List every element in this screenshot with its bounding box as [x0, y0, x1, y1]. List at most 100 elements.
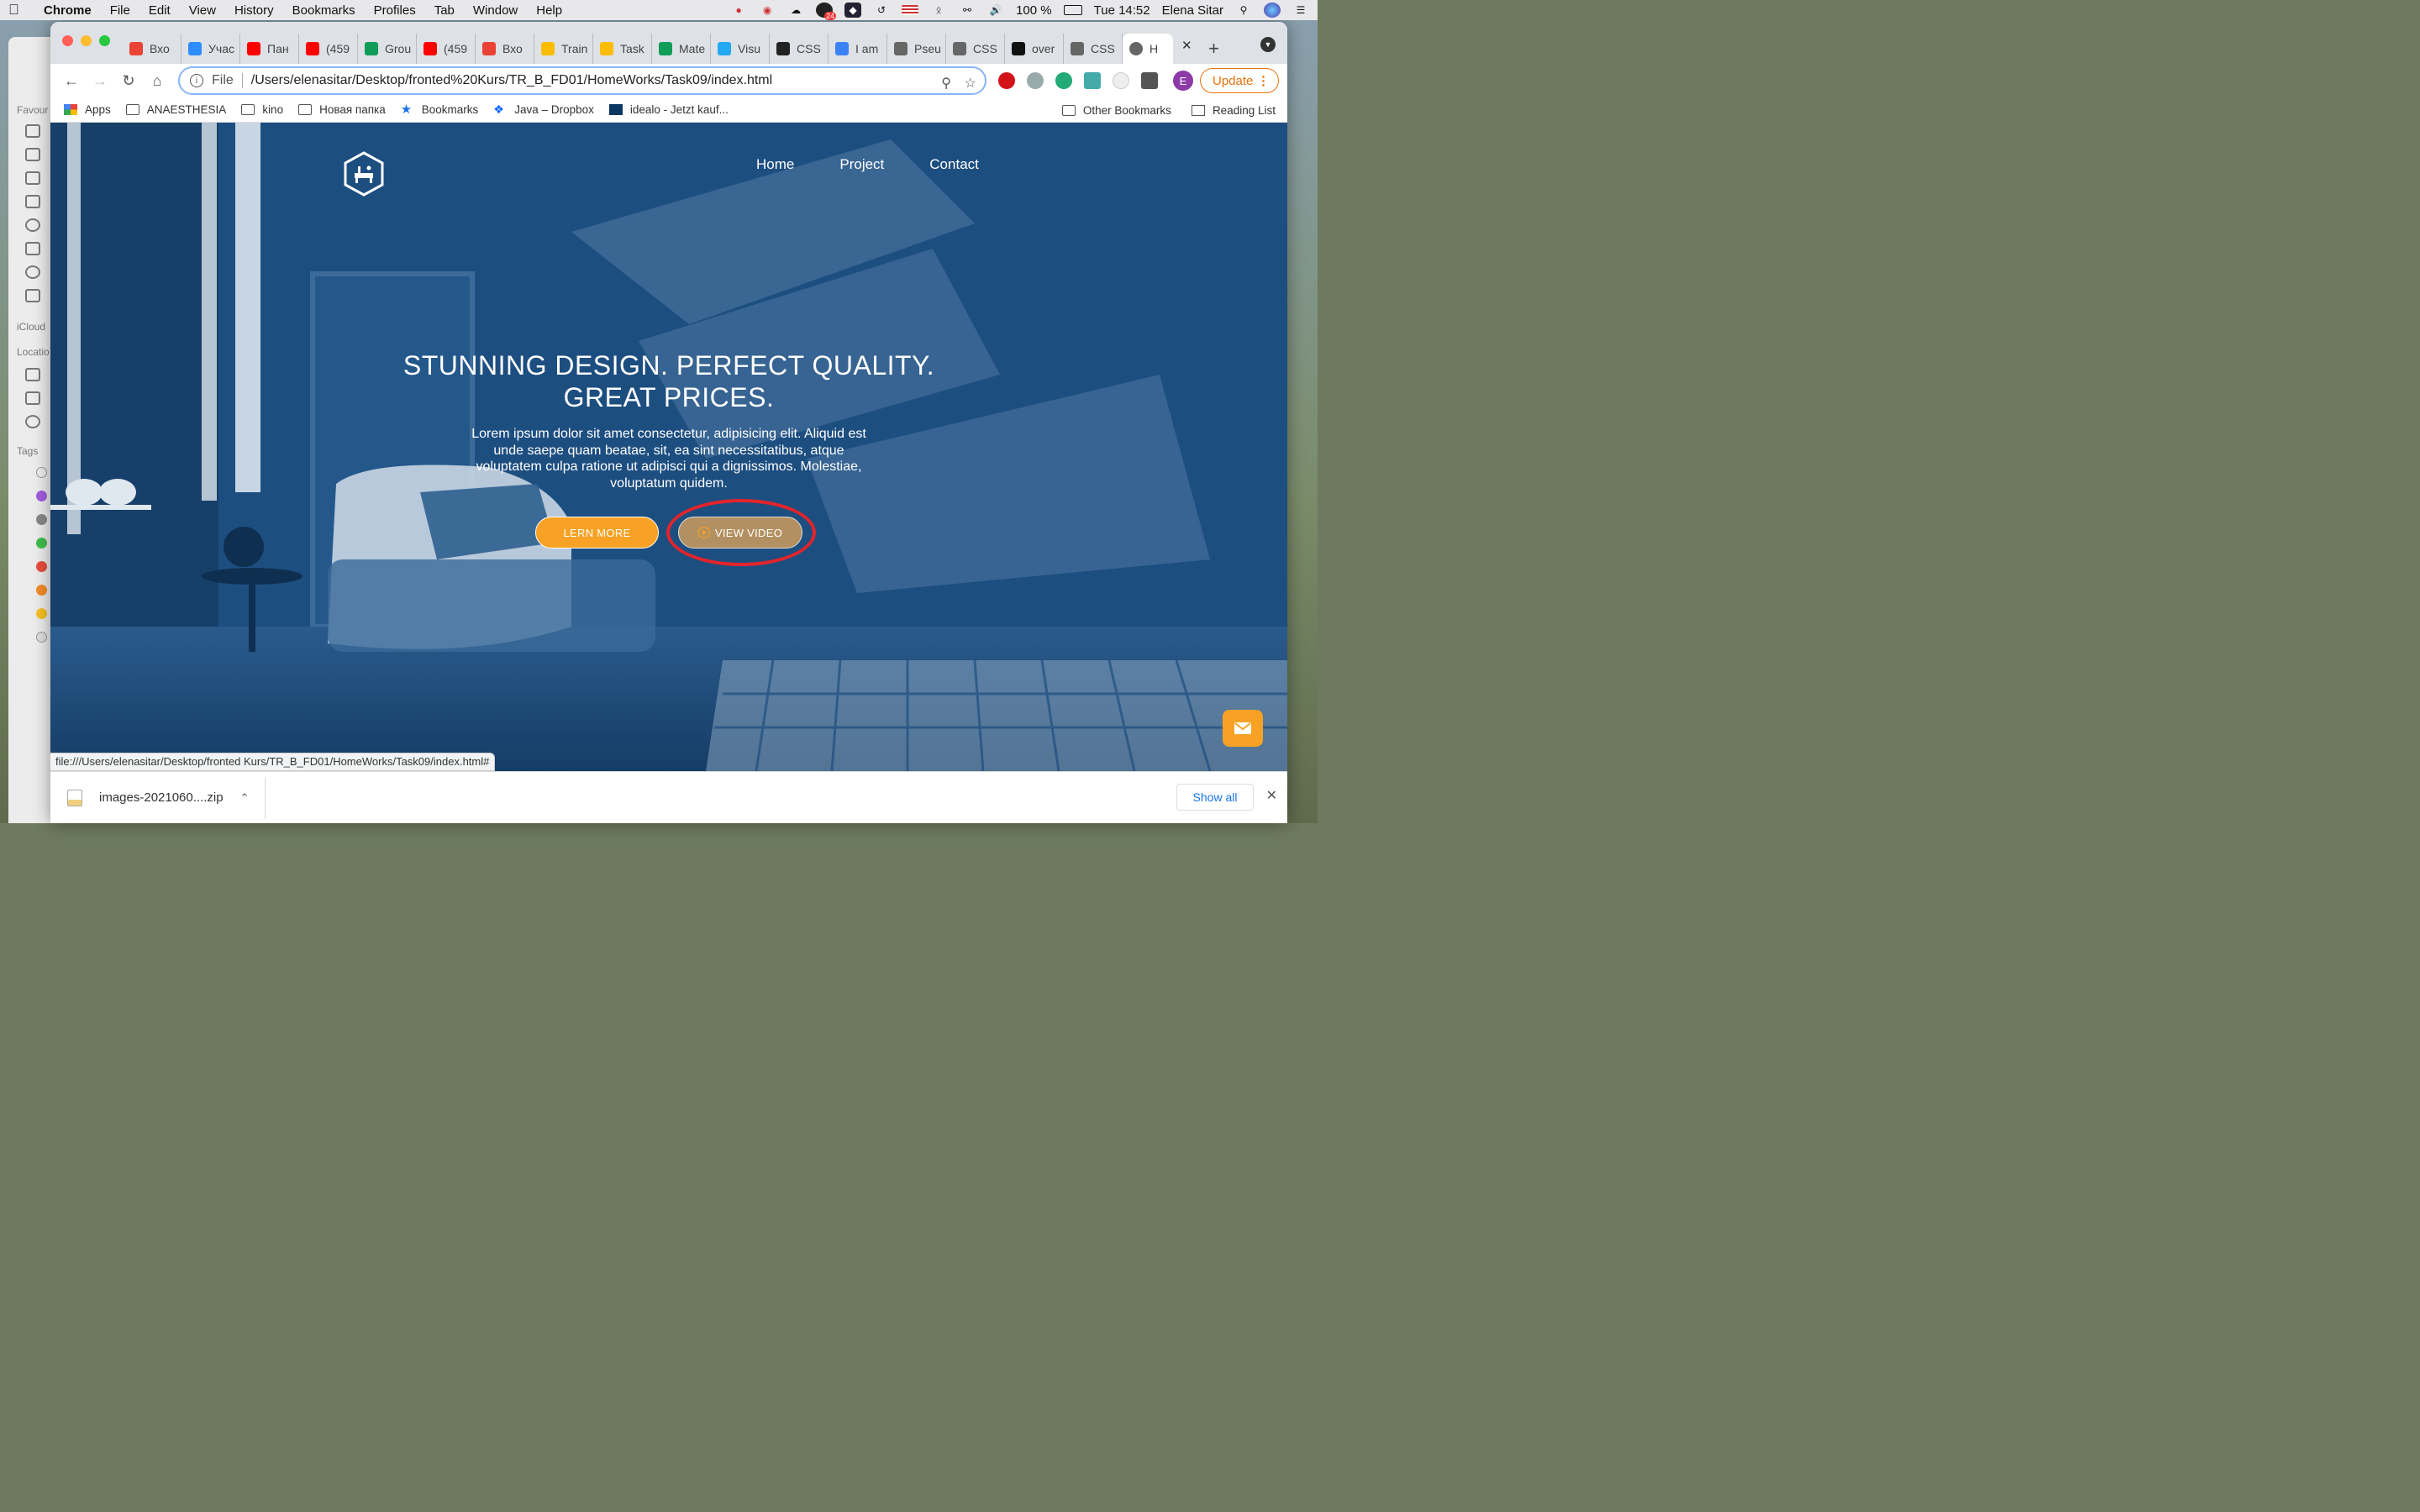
browser-tab[interactable]: I am: [829, 34, 887, 64]
back-button[interactable]: ←: [59, 68, 84, 93]
forward-button[interactable]: →: [87, 68, 113, 93]
finder-sidebar-airdrop-icon[interactable]: [25, 218, 40, 232]
tag-dot-all[interactable]: [36, 632, 47, 643]
browser-tab[interactable]: Mate: [652, 34, 711, 64]
browser-tab[interactable]: Pseu: [887, 34, 946, 64]
browser-tab[interactable]: Вхо: [476, 34, 534, 64]
learn-more-button[interactable]: LERN MORE: [535, 517, 659, 549]
new-tab-button[interactable]: +: [1199, 34, 1229, 64]
update-button[interactable]: Update ⋮: [1200, 68, 1279, 93]
zoom-window-button[interactable]: [99, 35, 110, 46]
close-window-button[interactable]: [62, 35, 73, 46]
clock[interactable]: Tue 14:52: [1094, 3, 1150, 18]
menu-profiles[interactable]: Profiles: [374, 3, 416, 18]
close-downloads-icon[interactable]: ✕: [1266, 787, 1277, 804]
finder-sidebar-folder-icon[interactable]: [25, 289, 40, 302]
time-machine-icon[interactable]: ↺: [873, 3, 890, 18]
chevron-up-icon[interactable]: ⌃: [240, 791, 250, 805]
finder-sidebar-disk-icon[interactable]: [25, 391, 40, 405]
browser-tab[interactable]: Пан: [240, 34, 299, 64]
eyedropper-extension-icon[interactable]: [1084, 72, 1101, 89]
bookmark-star-icon[interactable]: ☆: [965, 75, 976, 92]
address-bar[interactable]: i File /Users/elenasitar/Desktop/fronted…: [178, 66, 986, 95]
user-name[interactable]: Elena Sitar: [1162, 3, 1223, 18]
notification-badge-icon[interactable]: 24: [816, 3, 837, 20]
finder-sidebar-downloads-icon[interactable]: [25, 265, 40, 279]
browser-tab[interactable]: CSS: [1064, 34, 1123, 64]
show-all-downloads-button[interactable]: Show all: [1176, 784, 1254, 811]
menu-tab[interactable]: Tab: [434, 3, 455, 18]
menu-bookmarks[interactable]: Bookmarks: [292, 3, 355, 18]
mail-button[interactable]: [1223, 710, 1263, 747]
wifi-icon[interactable]: ⚯: [959, 3, 976, 18]
nav-project-link[interactable]: Project: [839, 156, 884, 173]
tag-dot-orange[interactable]: [36, 585, 47, 596]
reading-list[interactable]: Reading List: [1191, 104, 1276, 117]
finder-sidebar-network-icon[interactable]: [25, 415, 40, 428]
battery-icon[interactable]: [1063, 5, 1082, 15]
minimize-window-button[interactable]: [81, 35, 92, 46]
extension-icon[interactable]: [1113, 72, 1129, 89]
volume-icon[interactable]: 🔊: [987, 3, 1004, 18]
browser-tab[interactable]: Train: [534, 34, 593, 64]
menu-history[interactable]: History: [234, 3, 274, 18]
nav-home-link[interactable]: Home: [756, 156, 794, 173]
reload-button[interactable]: ↻: [116, 68, 141, 93]
menu-help[interactable]: Help: [536, 3, 562, 18]
tag-dot-green[interactable]: [36, 538, 47, 549]
extension-icon[interactable]: [1027, 72, 1044, 89]
tag-dot-white[interactable]: [36, 467, 47, 478]
profile-avatar[interactable]: E: [1173, 71, 1193, 91]
tag-dot-gray[interactable]: [36, 514, 47, 525]
adblock-extension-icon[interactable]: [998, 72, 1015, 89]
globe-extension-icon[interactable]: [1055, 72, 1072, 89]
finder-sidebar-applications-icon[interactable]: [25, 242, 40, 255]
close-tab-icon[interactable]: ✕: [1181, 38, 1192, 53]
menu-view[interactable]: View: [189, 3, 216, 18]
cloud-icon[interactable]: ☁: [787, 3, 804, 18]
extensions-puzzle-icon[interactable]: [1141, 72, 1158, 89]
battery-percent[interactable]: 100 %: [1016, 3, 1052, 18]
finder-sidebar-folder-icon[interactable]: [25, 124, 40, 138]
menu-app-name[interactable]: Chrome: [44, 3, 92, 18]
tab-search-icon[interactable]: ▼: [1260, 37, 1276, 52]
browser-tab[interactable]: (459: [417, 34, 476, 64]
menu-file[interactable]: File: [110, 3, 130, 18]
shield-icon[interactable]: ◆: [844, 3, 862, 18]
browser-tab[interactable]: CSS: [946, 34, 1005, 64]
download-filename[interactable]: images-2021060....zip: [99, 790, 224, 805]
spotlight-search-icon[interactable]: ⚲: [1235, 3, 1252, 18]
finder-sidebar-desktop-icon[interactable]: [25, 171, 40, 185]
siri-icon[interactable]: [1264, 3, 1281, 18]
bookmark-idealo[interactable]: idealo - Jetzt kauf...: [608, 103, 729, 116]
zoom-icon[interactable]: ⚲: [941, 75, 951, 92]
control-center-icon[interactable]: ☰: [1292, 3, 1309, 18]
browser-tab[interactable]: Учас: [182, 34, 240, 64]
tag-dot-purple[interactable]: [36, 491, 47, 501]
browser-tab[interactable]: Task: [593, 34, 652, 64]
finder-sidebar-documents-icon[interactable]: [25, 195, 40, 208]
bookmark-folder-new[interactable]: Новая папка: [298, 103, 386, 116]
browser-tab[interactable]: CSS: [770, 34, 829, 64]
bookmark-folder-kino[interactable]: kino: [241, 103, 283, 116]
bookmark-other[interactable]: Other Bookmarks: [1061, 104, 1171, 117]
apple-menu-icon[interactable]: : [8, 2, 24, 18]
flag-icon[interactable]: [902, 5, 919, 15]
finder-sidebar-doc-icon[interactable]: [25, 148, 40, 161]
menu-window[interactable]: Window: [473, 3, 518, 18]
home-button[interactable]: ⌂: [145, 68, 170, 93]
menu-edit[interactable]: Edit: [149, 3, 171, 18]
finder-sidebar-disk-icon[interactable]: [25, 368, 40, 381]
transmission-icon[interactable]: ●: [730, 3, 747, 18]
site-info-icon[interactable]: i: [190, 74, 203, 87]
bookmark-folder-anaesthesia[interactable]: ANAESTHESIA: [125, 103, 226, 116]
browser-tab[interactable]: Вхо: [123, 34, 182, 64]
browser-tab[interactable]: Visu: [711, 34, 770, 64]
bookmark-dropbox[interactable]: ❖ Java – Dropbox: [493, 103, 594, 116]
nav-contact-link[interactable]: Contact: [929, 156, 979, 173]
speaker-off-icon[interactable]: ◉: [759, 3, 776, 18]
tag-dot-red[interactable]: [36, 561, 47, 572]
url-text[interactable]: /Users/elenasitar/Desktop/fronted%20Kurs…: [251, 73, 772, 88]
site-logo-icon[interactable]: [343, 151, 385, 197]
browser-tab[interactable]: over: [1005, 34, 1064, 64]
